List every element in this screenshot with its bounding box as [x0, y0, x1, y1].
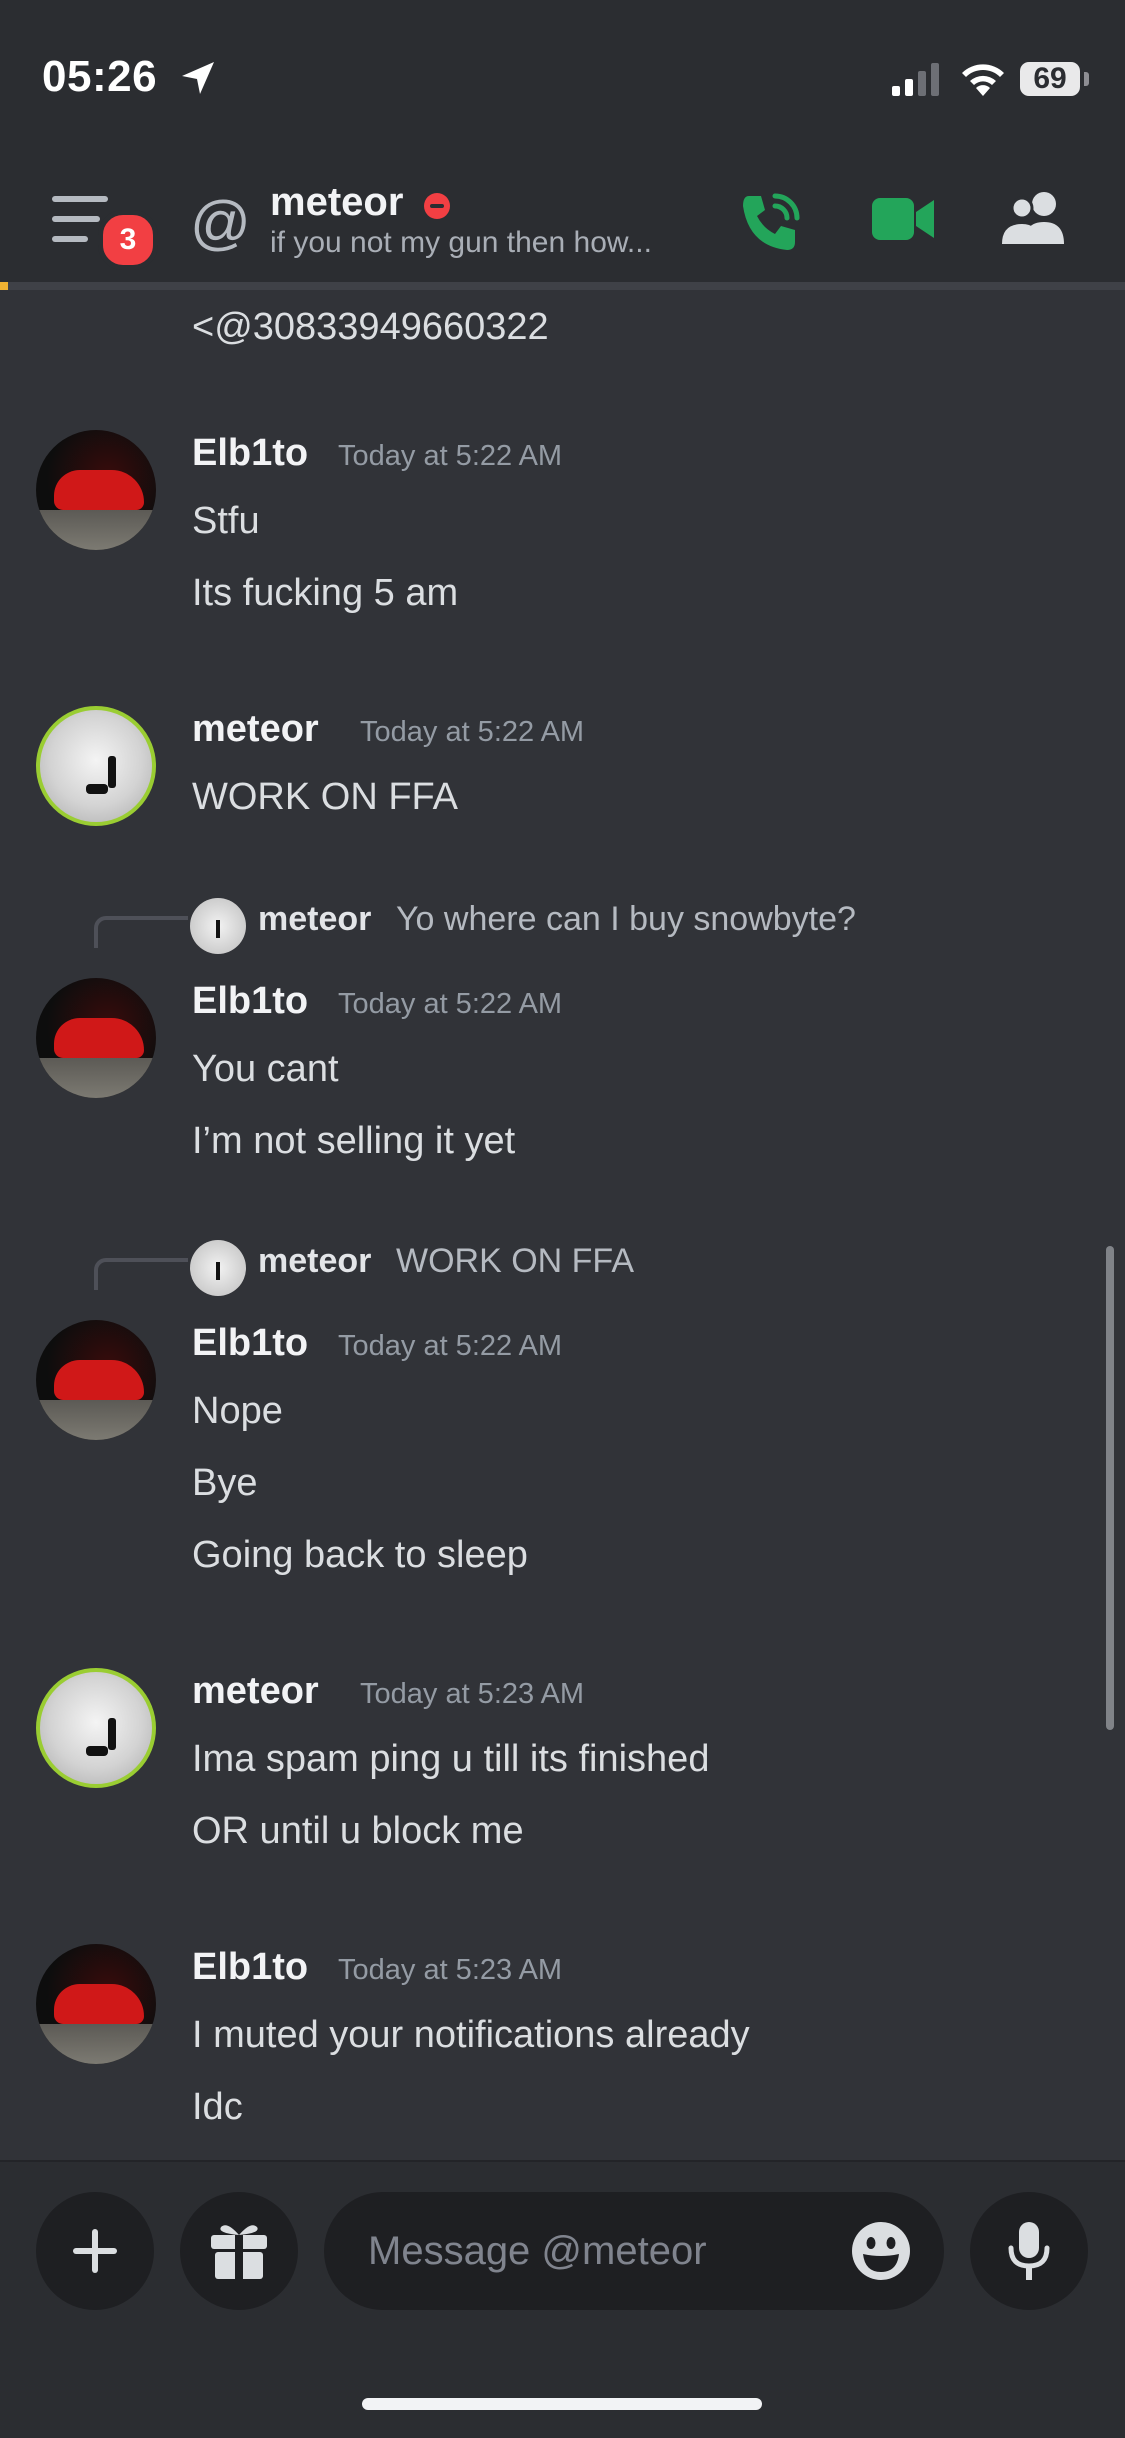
message-text[interactable]: You cant — [192, 1048, 339, 1091]
scrollbar[interactable] — [1106, 1246, 1114, 1730]
message-author[interactable]: Elb1to — [192, 1322, 308, 1365]
gift-icon — [211, 2225, 267, 2279]
avatar[interactable] — [36, 430, 156, 550]
reply-author: meteor — [258, 900, 372, 938]
reply-preview[interactable]: meteor Yo where can I buy snowbyte? — [0, 888, 1125, 954]
reply-author: meteor — [258, 1242, 372, 1280]
message-text[interactable]: Stfu — [192, 500, 260, 543]
message-composer — [0, 2160, 1125, 2438]
emoji-icon[interactable] — [850, 2220, 912, 2282]
reply-avatar — [190, 1240, 246, 1296]
battery-indicator: 69 — [1020, 62, 1080, 96]
gift-button[interactable] — [180, 2192, 298, 2310]
message-timestamp: Today at 5:23 AM — [360, 1678, 585, 1710]
battery-tip — [1084, 72, 1089, 86]
reply-text: WORK ON FFA — [396, 1242, 634, 1280]
message-timestamp: Today at 5:23 AM — [338, 1954, 563, 1986]
message-text[interactable]: Nope — [192, 1390, 283, 1433]
message-text[interactable]: Bye — [192, 1462, 257, 1505]
message-text[interactable]: Its fucking 5 am — [192, 572, 458, 615]
reply-connector — [94, 916, 188, 948]
voice-call-icon[interactable] — [735, 188, 805, 258]
avatar[interactable] — [36, 1668, 156, 1788]
avatar[interactable] — [36, 1320, 156, 1440]
unread-badge: 3 — [98, 210, 158, 270]
location-arrow-icon — [182, 62, 214, 94]
message-author[interactable]: meteor — [192, 708, 319, 751]
message-input-container[interactable] — [324, 2192, 944, 2310]
message-author[interactable]: Elb1to — [192, 432, 308, 475]
dm-recipient-name[interactable]: meteor — [270, 180, 403, 225]
dnd-status-icon — [424, 193, 450, 219]
members-icon[interactable] — [1000, 188, 1070, 248]
wifi-icon — [962, 64, 1004, 96]
status-bar: 05:26 69 — [0, 0, 1125, 160]
dm-header: 3 @ meteor if you not my gun then how... — [0, 160, 1125, 282]
message-input[interactable] — [366, 2222, 810, 2280]
video-call-icon[interactable] — [870, 194, 936, 244]
message-text[interactable]: OR until u block me — [192, 1810, 524, 1853]
header-divider — [0, 282, 1125, 290]
message-timestamp: Today at 5:22 AM — [338, 1330, 563, 1362]
message-text[interactable]: Ima spam ping u till its finished — [192, 1738, 709, 1781]
cellular-signal-icon — [892, 63, 939, 96]
message-timestamp: Today at 5:22 AM — [338, 988, 563, 1020]
message-text[interactable]: I’m not selling it yet — [192, 1120, 515, 1163]
message-text[interactable]: Going back to sleep — [192, 1534, 528, 1577]
custom-status[interactable]: if you not my gun then how... — [270, 226, 652, 260]
avatar[interactable] — [36, 706, 156, 826]
reply-text: Yo where can I buy snowbyte? — [396, 900, 856, 938]
avatar[interactable] — [36, 978, 156, 1098]
status-time: 05:26 — [42, 52, 158, 101]
message-timestamp: Today at 5:22 AM — [338, 440, 563, 472]
reply-preview[interactable]: meteor WORK ON FFA — [0, 1230, 1125, 1296]
message-author[interactable]: Elb1to — [192, 980, 308, 1023]
message-author[interactable]: Elb1to — [192, 1946, 308, 1989]
message-list[interactable]: <@30833949660322 Elb1to Today at 5:22 AM… — [0, 290, 1125, 2160]
message-text[interactable]: I muted your notifications already — [192, 2014, 750, 2057]
message-author[interactable]: meteor — [192, 1670, 319, 1713]
reply-connector — [94, 1258, 188, 1290]
microphone-icon — [1008, 2222, 1050, 2280]
message-timestamp: Today at 5:22 AM — [360, 716, 585, 748]
home-indicator[interactable] — [362, 2398, 762, 2410]
message-line-partial: <@30833949660322 — [192, 306, 549, 348]
message-text[interactable]: Idc — [192, 2086, 243, 2129]
avatar[interactable] — [36, 1944, 156, 2064]
voice-message-button[interactable] — [970, 2192, 1088, 2310]
add-attachment-button[interactable] — [36, 2192, 154, 2310]
reply-avatar — [190, 898, 246, 954]
message-text[interactable]: WORK ON FFA — [192, 776, 458, 819]
at-icon: @ — [190, 189, 251, 256]
